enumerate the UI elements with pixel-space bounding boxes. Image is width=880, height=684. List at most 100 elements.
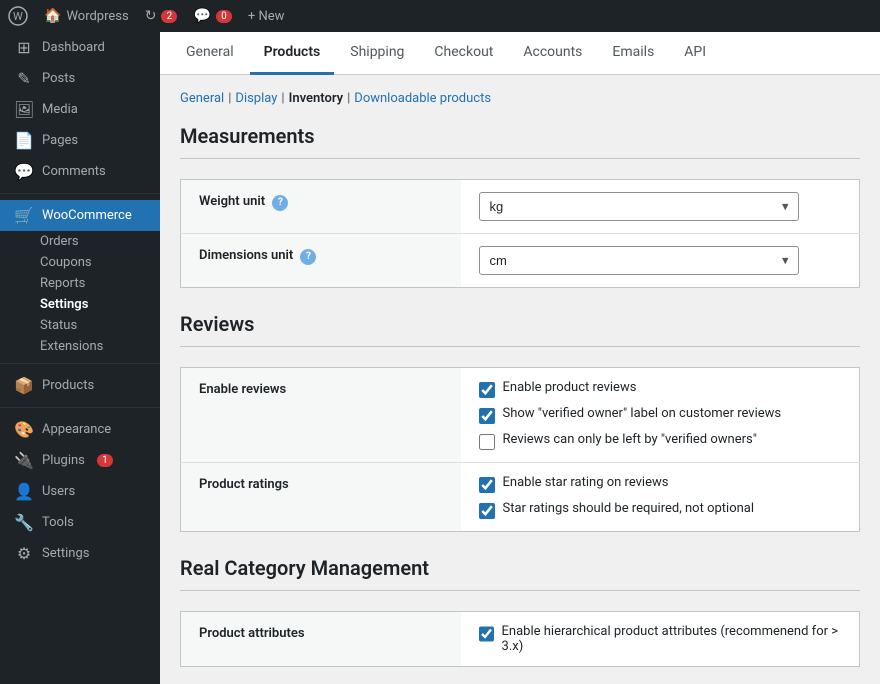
checkbox-show-verified-owner: Show "verified owner" label on customer … bbox=[479, 406, 842, 424]
comments-item[interactable]: 💬 0 bbox=[193, 8, 231, 24]
tools-icon: 🔧 bbox=[14, 513, 34, 532]
show-verified-owner-checkbox[interactable] bbox=[479, 408, 495, 424]
enable-star-rating-checkbox[interactable] bbox=[479, 477, 495, 493]
sidebar-item-tools[interactable]: 🔧 Tools bbox=[0, 507, 160, 538]
updates-item[interactable]: ↻ 2 bbox=[145, 8, 178, 24]
breadcrumb-sep-1: | bbox=[228, 91, 231, 106]
new-item[interactable]: + New bbox=[248, 9, 285, 24]
settings-content: General | Display | Inventory | Download… bbox=[160, 75, 880, 684]
sidebar-divider-3 bbox=[0, 407, 160, 408]
sidebar-item-plugins[interactable]: 🔌 Plugins 1 bbox=[0, 445, 160, 476]
tab-emails[interactable]: Emails bbox=[598, 32, 668, 75]
sidebar-item-posts[interactable]: ✎ Posts bbox=[0, 63, 160, 94]
breadcrumb-downloadable[interactable]: Downloadable products bbox=[354, 91, 491, 106]
measurements-heading: Measurements bbox=[180, 124, 860, 159]
sidebar-sub-status[interactable]: Status bbox=[0, 315, 160, 336]
product-ratings-label: Product ratings bbox=[181, 463, 461, 532]
reviews-table: Enable reviews Enable product reviews Sh… bbox=[180, 367, 860, 532]
home-icon: 🏠 bbox=[44, 8, 61, 24]
plugins-badge: 1 bbox=[97, 454, 113, 467]
tab-general[interactable]: General bbox=[172, 32, 248, 75]
product-ratings-row: Product ratings Enable star rating on re… bbox=[181, 463, 860, 532]
sidebar-sub-coupons[interactable]: Coupons bbox=[0, 252, 160, 273]
sidebar-label-woocommerce: WooCommerce bbox=[42, 208, 132, 223]
product-attributes-cell: Enable hierarchical product attributes (… bbox=[461, 612, 860, 667]
wp-logo-icon: W bbox=[8, 6, 28, 26]
sidebar-item-comments[interactable]: 💬 Comments bbox=[0, 156, 160, 187]
breadcrumb-sep-2: | bbox=[281, 91, 284, 106]
tab-products[interactable]: Products bbox=[250, 32, 335, 75]
appearance-icon: 🎨 bbox=[14, 420, 34, 439]
star-rating-required-checkbox[interactable] bbox=[479, 503, 495, 519]
sidebar-sub-orders[interactable]: Orders bbox=[0, 231, 160, 252]
sidebar-label-settings2: Settings bbox=[42, 546, 89, 561]
sidebar-item-appearance[interactable]: 🎨 Appearance bbox=[0, 414, 160, 445]
updates-badge: 2 bbox=[161, 10, 177, 23]
dimensions-unit-row: Dimensions unit ? cm m mm in yd bbox=[181, 234, 860, 288]
media-icon: 🖼 bbox=[14, 100, 34, 119]
tab-checkout[interactable]: Checkout bbox=[420, 32, 507, 75]
sidebar-item-media[interactable]: 🖼 Media bbox=[0, 94, 160, 125]
comments-badge: 0 bbox=[216, 10, 232, 23]
weight-unit-select[interactable]: kg g lbs oz bbox=[479, 192, 799, 221]
tab-api[interactable]: API bbox=[670, 32, 720, 75]
breadcrumb: General | Display | Inventory | Download… bbox=[180, 91, 860, 106]
dashboard-icon: ⊞ bbox=[14, 38, 34, 57]
main-content: General Products Shipping Checkout Accou… bbox=[160, 32, 880, 684]
weight-unit-cell: kg g lbs oz ▾ bbox=[461, 180, 860, 234]
sidebar-sub-extensions[interactable]: Extensions bbox=[0, 336, 160, 357]
hierarchical-attributes-checkbox[interactable] bbox=[479, 626, 494, 642]
comments-icon: 💬 bbox=[193, 8, 210, 24]
show-verified-owner-label: Show "verified owner" label on customer … bbox=[503, 406, 782, 421]
breadcrumb-inventory[interactable]: Inventory bbox=[289, 91, 344, 106]
settings-label: Settings bbox=[40, 297, 88, 312]
product-attributes-row: Product attributes Enable hierarchical p… bbox=[181, 612, 860, 667]
coupons-label: Coupons bbox=[40, 255, 92, 270]
sidebar-item-settings[interactable]: ⚙ Settings bbox=[0, 538, 160, 569]
site-name-item[interactable]: 🏠 Wordpress bbox=[44, 8, 129, 24]
plugins-icon: 🔌 bbox=[14, 451, 34, 470]
tabs-bar: General Products Shipping Checkout Accou… bbox=[160, 32, 880, 75]
sidebar-sub-settings[interactable]: Settings bbox=[0, 294, 160, 315]
tab-accounts[interactable]: Accounts bbox=[509, 32, 596, 75]
breadcrumb-display[interactable]: Display bbox=[235, 91, 277, 106]
sidebar-label-pages: Pages bbox=[42, 133, 78, 148]
dimensions-unit-select-wrapper: cm m mm in yd ▾ bbox=[479, 246, 799, 275]
sidebar-item-products[interactable]: 📦 Products bbox=[0, 370, 160, 401]
sidebar-label-media: Media bbox=[42, 102, 78, 117]
woocommerce-icon: 🛒 bbox=[14, 206, 34, 225]
weight-unit-row: Weight unit ? kg g lbs oz ▾ bbox=[181, 180, 860, 234]
wp-logo-item[interactable]: W bbox=[8, 6, 28, 26]
measurements-table: Weight unit ? kg g lbs oz ▾ bbox=[180, 179, 860, 288]
sidebar-item-dashboard[interactable]: ⊞ Dashboard bbox=[0, 32, 160, 63]
enable-product-reviews-checkbox[interactable] bbox=[479, 382, 495, 398]
sidebar-item-users[interactable]: 👤 Users bbox=[0, 476, 160, 507]
sidebar-label-dashboard: Dashboard bbox=[42, 40, 105, 55]
breadcrumb-general[interactable]: General bbox=[180, 91, 224, 106]
new-label: + New bbox=[248, 9, 285, 24]
sidebar-item-woocommerce[interactable]: 🛒 WooCommerce bbox=[0, 200, 160, 231]
sidebar-label-tools: Tools bbox=[42, 515, 74, 530]
sidebar-item-pages[interactable]: 📄 Pages bbox=[0, 125, 160, 156]
settings-icon: ⚙ bbox=[14, 544, 34, 563]
sidebar-sub-reports[interactable]: Reports bbox=[0, 273, 160, 294]
weight-unit-select-wrapper: kg g lbs oz ▾ bbox=[479, 192, 799, 221]
tab-shipping[interactable]: Shipping bbox=[336, 32, 418, 75]
sidebar-divider-1 bbox=[0, 193, 160, 194]
sidebar-label-posts: Posts bbox=[42, 71, 75, 86]
sidebar-label-appearance: Appearance bbox=[42, 422, 111, 437]
dimensions-unit-select[interactable]: cm m mm in yd bbox=[479, 246, 799, 275]
sidebar: ⊞ Dashboard ✎ Posts 🖼 Media 📄 Pages 💬 Co… bbox=[0, 32, 160, 684]
weight-unit-label: Weight unit ? bbox=[181, 180, 461, 234]
enable-reviews-label: Enable reviews bbox=[181, 368, 461, 463]
product-ratings-cell: Enable star rating on reviews Star ratin… bbox=[461, 463, 860, 532]
star-rating-required-label: Star ratings should be required, not opt… bbox=[503, 501, 755, 516]
category-table: Product attributes Enable hierarchical p… bbox=[180, 611, 860, 667]
reviews-verified-only-checkbox[interactable] bbox=[479, 434, 495, 450]
weight-unit-help-icon[interactable]: ? bbox=[272, 195, 288, 211]
enable-reviews-row: Enable reviews Enable product reviews Sh… bbox=[181, 368, 860, 463]
dimensions-unit-help-icon[interactable]: ? bbox=[300, 249, 316, 265]
sidebar-label-comments: Comments bbox=[42, 164, 106, 179]
orders-label: Orders bbox=[40, 234, 79, 249]
dimensions-unit-label: Dimensions unit ? bbox=[181, 234, 461, 288]
